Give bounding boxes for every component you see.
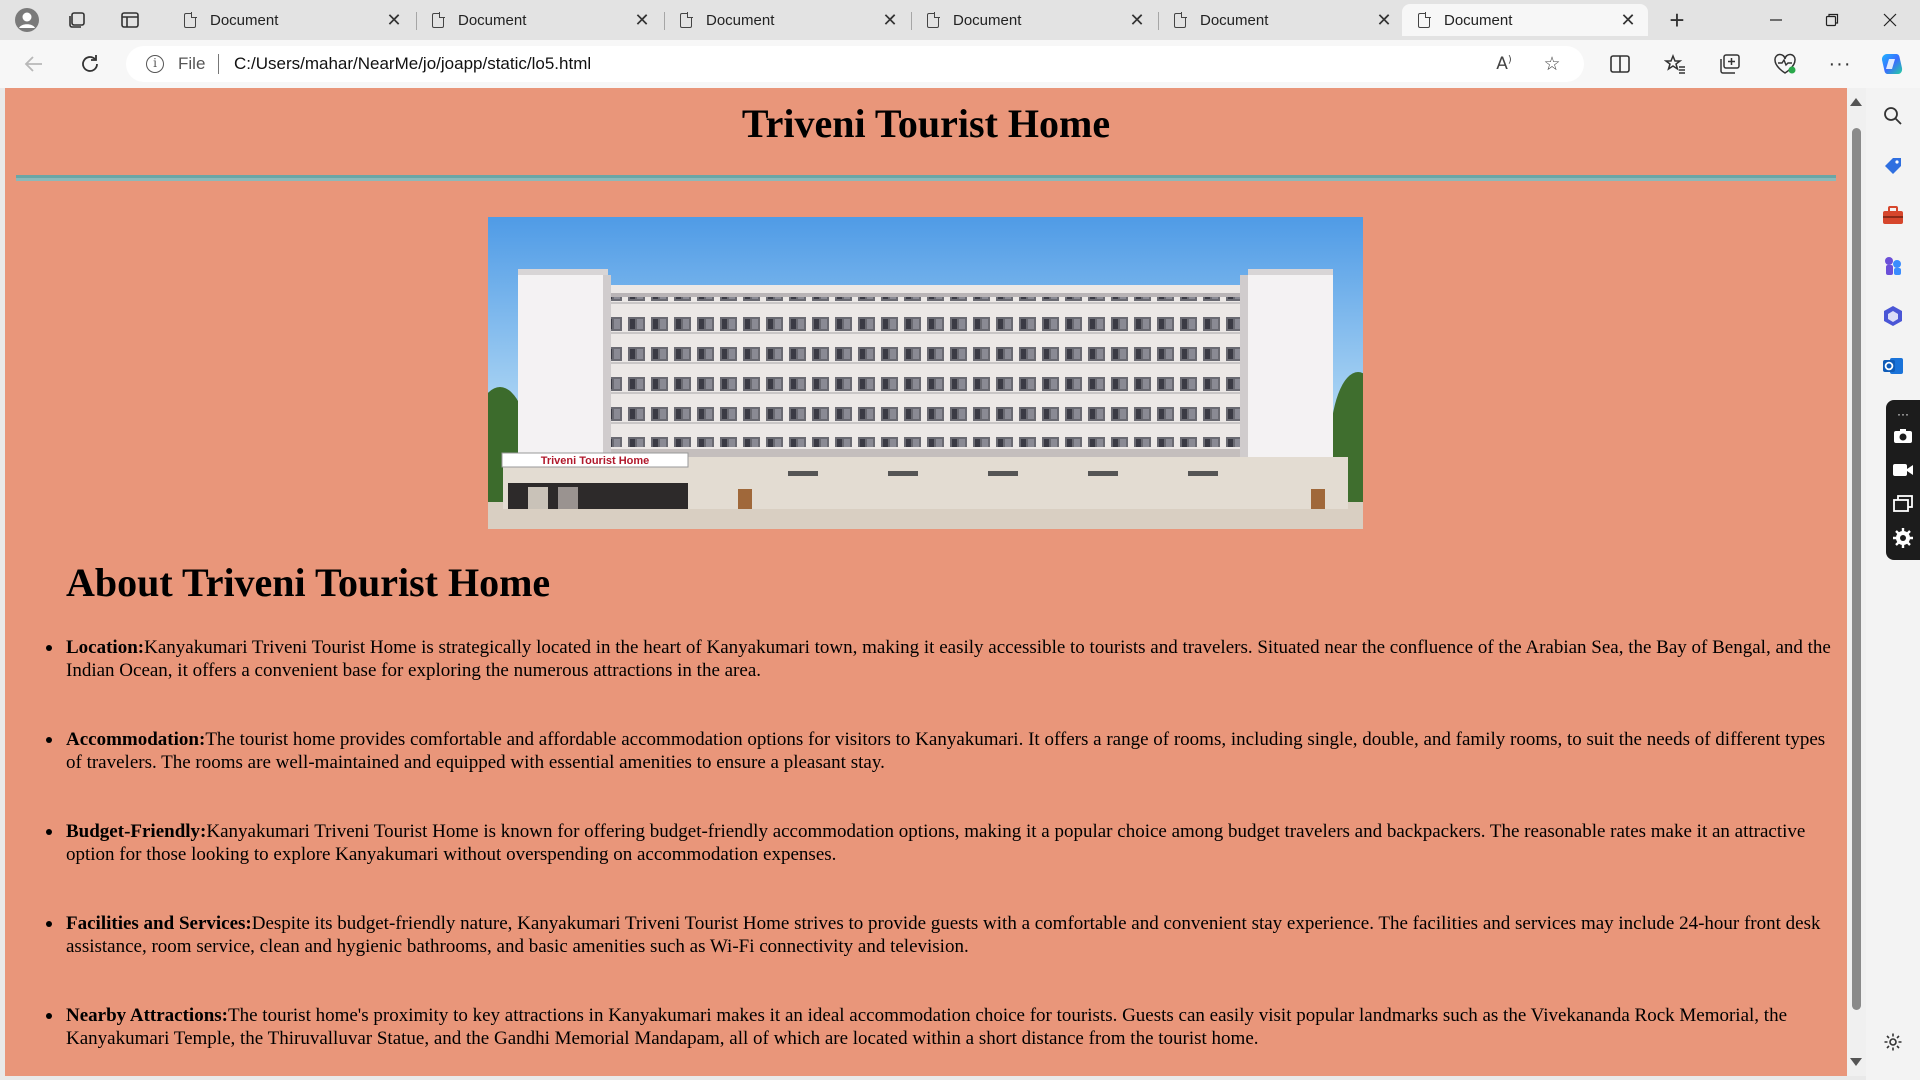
camera-icon[interactable] <box>1891 424 1915 448</box>
more-icon[interactable]: ··· <box>1826 50 1854 78</box>
scroll-down-icon[interactable] <box>1850 1058 1862 1066</box>
browser-essentials-icon[interactable] <box>1771 50 1799 78</box>
document-icon <box>1174 11 1187 28</box>
window-capture-icon[interactable] <box>1891 492 1915 516</box>
back-icon[interactable] <box>18 48 50 80</box>
list-item: Accommodation:The tourist home provides … <box>46 728 1836 774</box>
capture-more-icon[interactable]: ··· <box>1891 402 1915 426</box>
close-window-icon[interactable] <box>1862 0 1918 40</box>
list-item: Budget-Friendly:Kanyakumari Triveni Tour… <box>46 820 1836 866</box>
document-icon <box>680 11 693 28</box>
edge-sidebar <box>1866 88 1920 1080</box>
outlook-icon[interactable] <box>1879 352 1907 380</box>
page-viewport: Triveni Tourist Home Triveni Tourist Hom… <box>5 88 1847 1076</box>
building-sign-text: Triveni Tourist Home <box>541 455 650 467</box>
tab-label: Document <box>210 11 279 29</box>
item-label: Accommodation: <box>66 729 206 750</box>
tab-close-icon[interactable]: ✕ <box>632 10 652 31</box>
address-divider <box>218 54 219 74</box>
sidebar-settings-icon[interactable] <box>1879 1028 1907 1056</box>
about-heading: About Triveni Tourist Home <box>66 560 551 605</box>
split-screen-icon[interactable] <box>1606 50 1634 78</box>
workspaces-icon[interactable] <box>63 6 91 34</box>
item-text: Kanyakumari Triveni Tourist Home is know… <box>66 821 1806 865</box>
video-record-icon[interactable] <box>1891 458 1915 482</box>
browser-tab[interactable]: Document ✕ <box>416 4 662 36</box>
favorites-icon[interactable] <box>1661 50 1689 78</box>
list-item: Facilities and Services:Despite its budg… <box>46 912 1836 958</box>
navigation-toolbar: i File C:/Users/mahar/NearMe/jo/joapp/st… <box>0 40 1920 88</box>
maximize-icon[interactable] <box>1804 0 1860 40</box>
info-icon[interactable]: i <box>146 55 164 73</box>
browser-tab[interactable]: Document ✕ <box>911 4 1157 36</box>
tab-close-icon[interactable]: ✕ <box>1127 10 1147 31</box>
tab-label: Document <box>706 11 775 29</box>
new-tab-icon[interactable]: + <box>1663 5 1691 35</box>
document-icon <box>1418 11 1431 28</box>
games-icon[interactable] <box>1879 252 1907 280</box>
facts-list: Location:Kanyakumari Triveni Tourist Hom… <box>46 636 1836 1076</box>
microsoft-365-icon[interactable] <box>1879 302 1907 330</box>
tab-label: Document <box>458 11 527 29</box>
browser-tab[interactable]: Document ✕ <box>1158 4 1404 36</box>
minimize-icon[interactable] <box>1748 0 1804 40</box>
tab-close-icon[interactable]: ✕ <box>1618 10 1638 31</box>
tab-label: Document <box>1444 11 1513 29</box>
address-bar[interactable]: i File C:/Users/mahar/NearMe/jo/joapp/st… <box>126 46 1584 82</box>
tab-close-icon[interactable]: ✕ <box>880 10 900 31</box>
list-item: Location:Kanyakumari Triveni Tourist Hom… <box>46 636 1836 682</box>
tab-strip: Document ✕ Document ✕ Document ✕ Documen… <box>0 0 1920 40</box>
document-icon <box>184 11 197 28</box>
search-icon[interactable] <box>1879 102 1907 130</box>
scheme-label[interactable]: File <box>178 54 205 74</box>
favorite-star-icon[interactable]: ☆ <box>1538 50 1566 78</box>
scroll-up-icon[interactable] <box>1850 98 1862 106</box>
item-text: The tourist home's proximity to key attr… <box>66 1005 1788 1049</box>
tab-close-icon[interactable]: ✕ <box>1374 10 1394 31</box>
item-label: Location: <box>66 637 145 658</box>
tab-label: Document <box>1200 11 1269 29</box>
browser-tab[interactable]: Document ✕ <box>664 4 910 36</box>
profile-icon[interactable] <box>13 6 41 34</box>
hotel-building-photo: Triveni Tourist Home <box>488 217 1363 529</box>
item-label: Facilities and Services: <box>66 913 252 934</box>
item-label: Budget-Friendly: <box>66 821 207 842</box>
item-text: The tourist home provides comfortable an… <box>66 729 1826 773</box>
browser-tab-active[interactable]: Document ✕ <box>1402 4 1648 36</box>
browser-tab[interactable]: Document ✕ <box>168 4 414 36</box>
page-title: Triveni Tourist Home <box>741 101 1111 146</box>
vertical-scrollbar[interactable] <box>1847 88 1866 1076</box>
tab-label: Document <box>953 11 1022 29</box>
tools-icon[interactable] <box>1879 202 1907 230</box>
refresh-icon[interactable] <box>74 48 106 80</box>
item-label: Nearby Attractions: <box>66 1005 228 1026</box>
url-text[interactable]: C:/Users/mahar/NearMe/jo/joapp/static/lo… <box>234 54 591 74</box>
tab-actions-icon[interactable] <box>116 6 144 34</box>
item-text: Kanyakumari Triveni Tourist Home is stra… <box>66 637 1831 681</box>
capture-settings-icon[interactable] <box>1891 526 1915 550</box>
item-text: Despite its budget-friendly nature, Kany… <box>66 913 1821 957</box>
title-divider <box>16 175 1836 181</box>
read-aloud-icon[interactable]: A) <box>1490 50 1518 78</box>
document-icon <box>432 11 445 28</box>
document-icon <box>927 11 940 28</box>
scroll-thumb[interactable] <box>1852 128 1861 1010</box>
shopping-tag-icon[interactable] <box>1879 152 1907 180</box>
collections-icon[interactable] <box>1716 50 1744 78</box>
list-item: Nearby Attractions:The tourist home's pr… <box>46 1004 1836 1050</box>
screen-capture-toolbar: ··· <box>1886 400 1920 560</box>
tab-close-icon[interactable]: ✕ <box>384 10 404 31</box>
copilot-icon[interactable] <box>1878 50 1906 78</box>
